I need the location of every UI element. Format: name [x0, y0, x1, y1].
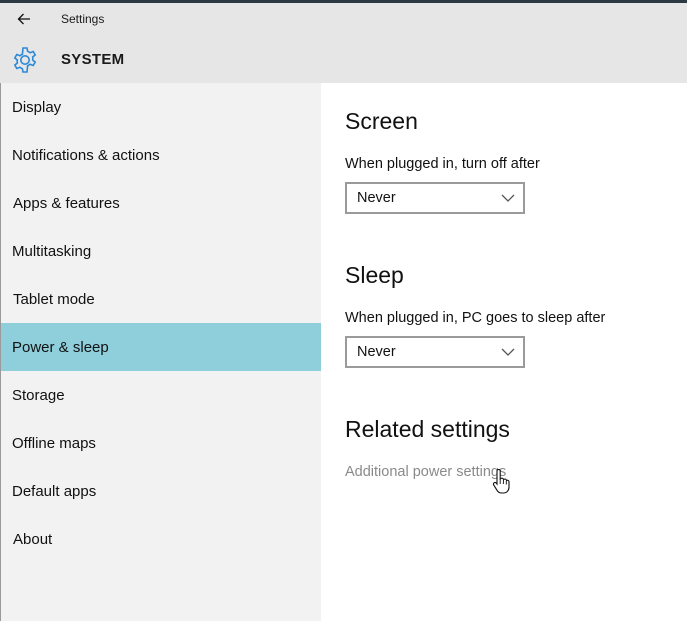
sidebar-item-label: Default apps — [12, 482, 97, 500]
app-title: Settings — [61, 12, 105, 26]
sidebar-item-offline-maps[interactable]: Offline maps — [1, 419, 321, 467]
sidebar-item-label: Tablet mode — [13, 290, 95, 308]
sidebar-item-label: Display — [12, 98, 62, 116]
sidebar-item-label: Notifications & actions — [12, 146, 160, 164]
screen-heading: Screen — [345, 108, 418, 134]
chevron-down-icon — [501, 194, 515, 202]
related-settings-heading: Related settings — [345, 416, 510, 442]
sidebar-item-label: About — [13, 530, 53, 548]
back-arrow-icon — [17, 13, 30, 25]
screen-timeout-value: Never — [357, 190, 396, 206]
sidebar-item-display[interactable]: Display — [1, 83, 321, 131]
main-content: Screen When plugged in, turn off after N… — [321, 83, 687, 621]
sidebar-item-label: Multitasking — [12, 242, 92, 260]
sleep-timeout-label: When plugged in, PC goes to sleep after — [345, 310, 606, 326]
sleep-timeout-dropdown[interactable]: Never — [345, 336, 525, 368]
screen-timeout-dropdown[interactable]: Never — [345, 182, 525, 214]
hand-pointer-icon — [492, 469, 510, 494]
sidebar-item-storage[interactable]: Storage — [1, 371, 321, 419]
sidebar-item-apps-features[interactable]: Apps & features — [1, 179, 321, 227]
sidebar-item-multitasking[interactable]: Multitasking — [1, 227, 321, 275]
sidebar-item-power-sleep[interactable]: Power & sleep — [1, 323, 321, 371]
sidebar-item-notifications[interactable]: Notifications & actions — [1, 131, 321, 179]
sidebar-item-about[interactable]: About — [1, 515, 321, 563]
sidebar-item-label: Apps & features — [13, 194, 120, 212]
sleep-timeout-value: Never — [357, 344, 396, 360]
back-button[interactable] — [10, 9, 38, 29]
gear-icon — [13, 47, 37, 73]
sidebar-item-label: Offline maps — [12, 434, 96, 452]
title-bar: Settings — [0, 3, 687, 35]
sidebar: Display Notifications & actions Apps & f… — [0, 83, 321, 621]
sidebar-item-label: Power & sleep — [12, 338, 109, 356]
sidebar-item-default-apps[interactable]: Default apps — [1, 467, 321, 515]
sidebar-item-tablet-mode[interactable]: Tablet mode — [1, 275, 321, 323]
additional-power-settings-link[interactable]: Additional power settings — [345, 464, 506, 480]
sleep-heading: Sleep — [345, 262, 404, 288]
sidebar-item-label: Storage — [12, 386, 65, 404]
page-header: SYSTEM — [0, 35, 687, 83]
section-title: SYSTEM — [61, 51, 125, 68]
screen-timeout-label: When plugged in, turn off after — [345, 156, 540, 172]
chevron-down-icon — [501, 348, 515, 356]
